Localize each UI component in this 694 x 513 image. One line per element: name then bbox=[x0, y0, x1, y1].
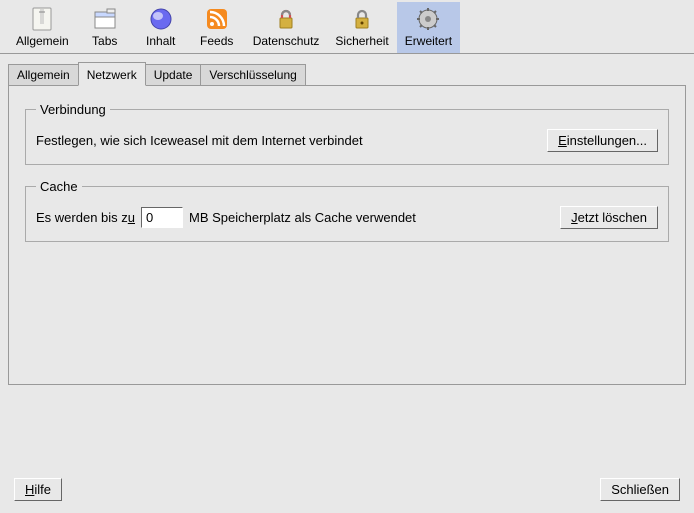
btn-rest: etzt löschen bbox=[578, 210, 647, 225]
tab-netzwerk[interactable]: Netzwerk bbox=[78, 62, 146, 86]
toolbar-item-general[interactable]: Allgemein bbox=[8, 2, 77, 53]
accesskey: u bbox=[128, 210, 135, 225]
toolbar-label: Sicherheit bbox=[335, 34, 388, 48]
toolbar-label: Tabs bbox=[92, 34, 117, 48]
tabs-icon bbox=[92, 6, 118, 32]
globe-icon bbox=[148, 6, 174, 32]
group-legend: Verbindung bbox=[36, 102, 110, 117]
tab-allgemein[interactable]: Allgemein bbox=[8, 64, 79, 85]
toolbar-label: Datenschutz bbox=[253, 34, 320, 48]
group-legend: Cache bbox=[36, 179, 82, 194]
preferences-toolbar: Allgemein Tabs Inhalt bbox=[0, 0, 694, 54]
accesskey: E bbox=[558, 133, 567, 148]
toolbar-item-feeds[interactable]: Feeds bbox=[189, 2, 245, 53]
cache-text-before: Es werden bis zu bbox=[36, 210, 135, 225]
connection-description: Festlegen, wie sich Iceweasel mit dem In… bbox=[36, 133, 363, 148]
feeds-icon bbox=[204, 6, 230, 32]
tab-verschluesselung[interactable]: Verschlüsselung bbox=[200, 64, 305, 85]
dialog-buttons: Hilfe Schließen bbox=[0, 478, 694, 501]
btn-rest: ilfe bbox=[34, 482, 51, 497]
connection-settings-button[interactable]: Einstellungen... bbox=[547, 129, 658, 152]
btn-rest: instellungen... bbox=[567, 133, 647, 148]
toolbar-item-privacy[interactable]: Datenschutz bbox=[245, 2, 328, 53]
cache-text-after: MB Speicherplatz als Cache verwendet bbox=[189, 210, 416, 225]
toolbar-item-advanced[interactable]: Erweitert bbox=[397, 2, 460, 53]
toolbar-label: Feeds bbox=[200, 34, 233, 48]
clear-cache-button[interactable]: Jetzt löschen bbox=[560, 206, 658, 229]
close-button[interactable]: Schließen bbox=[600, 478, 680, 501]
tab-panel-netzwerk: Verbindung Festlegen, wie sich Iceweasel… bbox=[8, 85, 686, 385]
security-icon bbox=[349, 6, 375, 32]
tab-label: Update bbox=[154, 68, 193, 82]
help-button[interactable]: Hilfe bbox=[14, 478, 62, 501]
toolbar-item-content[interactable]: Inhalt bbox=[133, 2, 189, 53]
preferences-icon bbox=[29, 6, 55, 32]
group-connection: Verbindung Festlegen, wie sich Iceweasel… bbox=[25, 102, 669, 165]
toolbar-item-security[interactable]: Sicherheit bbox=[327, 2, 396, 53]
toolbar-label: Allgemein bbox=[16, 34, 69, 48]
group-cache: Cache Es werden bis zu MB Speicherplatz … bbox=[25, 179, 669, 242]
tab-label: Verschlüsselung bbox=[209, 68, 296, 82]
accesskey: H bbox=[25, 482, 34, 497]
subtabs: Allgemein Netzwerk Update Verschlüsselun… bbox=[0, 54, 694, 85]
cache-size-input[interactable] bbox=[141, 207, 183, 228]
toolbar-label: Erweitert bbox=[405, 34, 452, 48]
tab-update[interactable]: Update bbox=[145, 64, 202, 85]
tab-label: Allgemein bbox=[17, 68, 70, 82]
privacy-icon bbox=[273, 6, 299, 32]
tab-label: Netzwerk bbox=[87, 68, 137, 82]
toolbar-label: Inhalt bbox=[146, 34, 175, 48]
advanced-icon bbox=[415, 6, 441, 32]
toolbar-item-tabs[interactable]: Tabs bbox=[77, 2, 133, 53]
